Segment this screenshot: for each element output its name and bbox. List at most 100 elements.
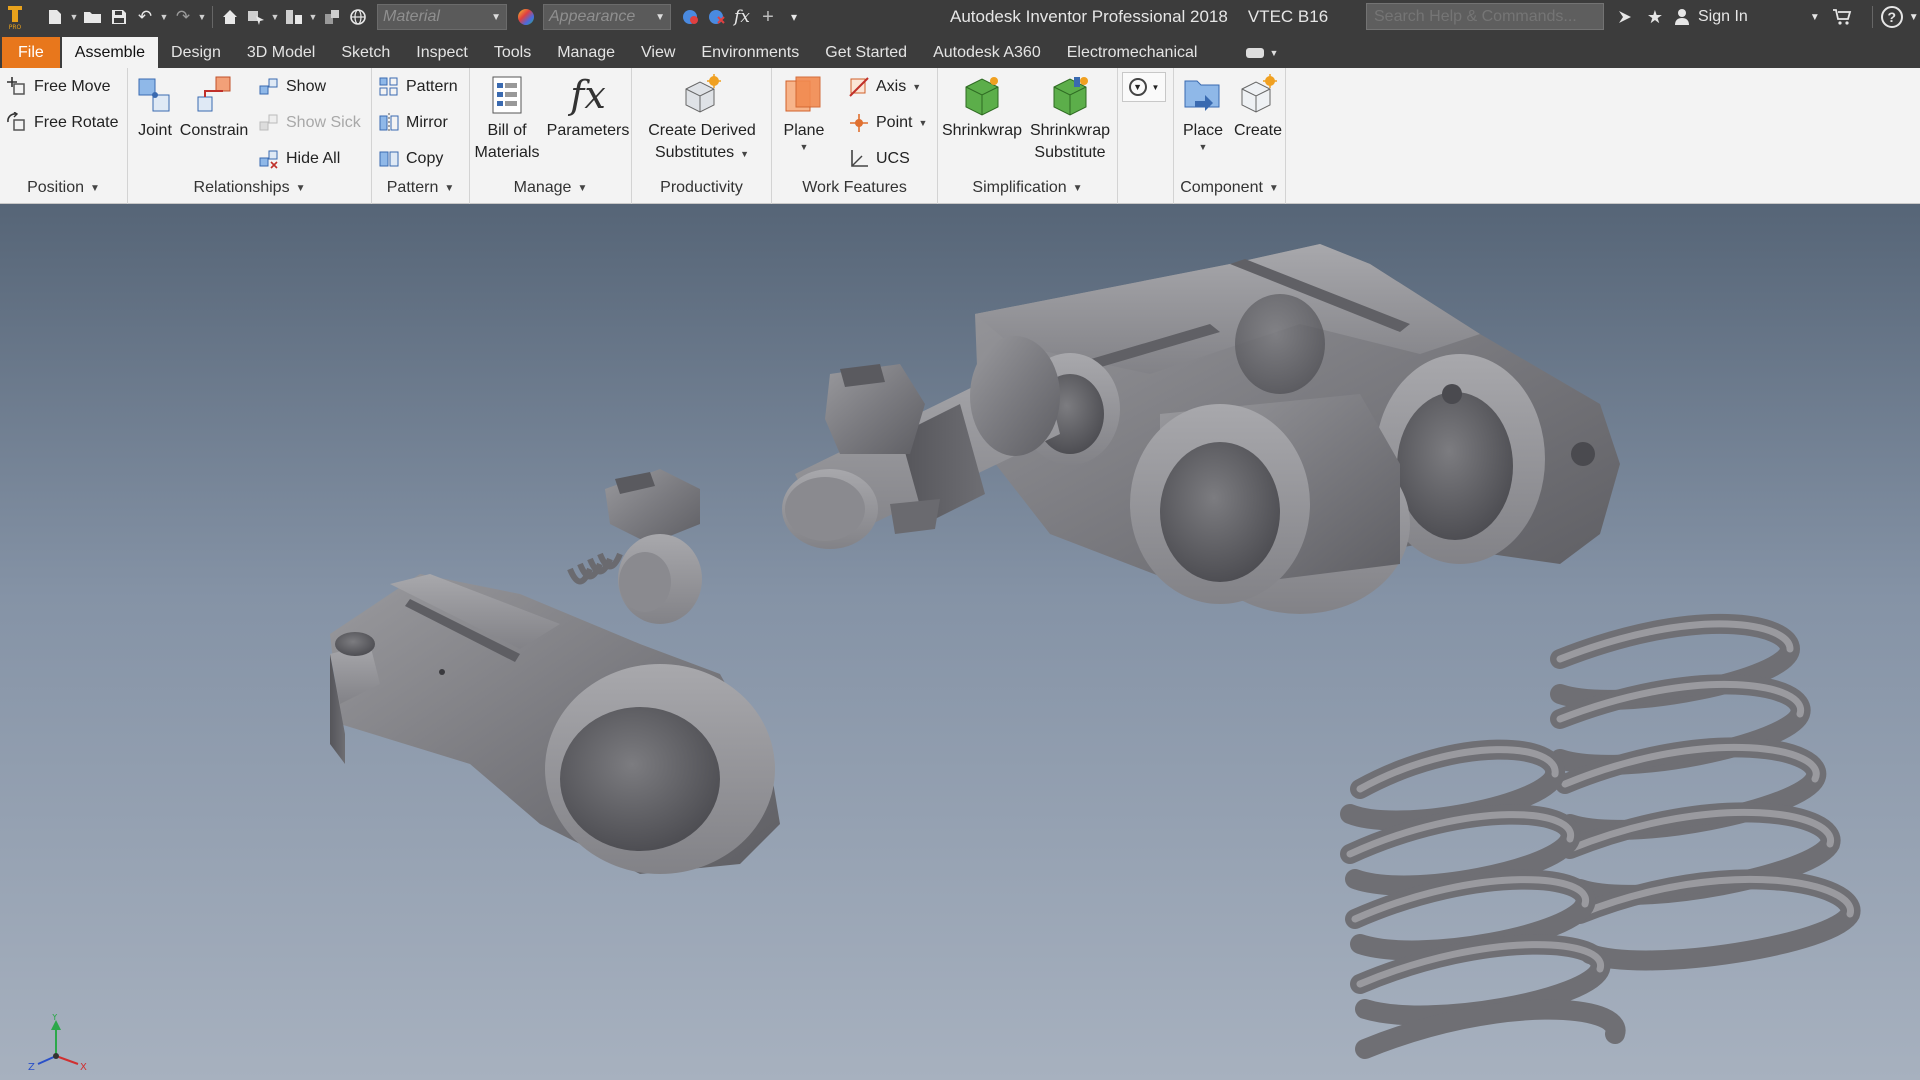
material-combo[interactable]: Material ▼ [377,4,507,30]
joint-label: Joint [138,122,172,139]
redo-dropdown-icon[interactable]: ▼ [196,4,208,30]
fx-icon[interactable]: fx [729,4,755,30]
appearance-combo[interactable]: Appearance ▼ [543,4,671,30]
assembly-scene[interactable] [0,204,1920,1080]
create-label: Create [1233,122,1283,139]
show-button[interactable]: Show [258,72,326,102]
redo-icon[interactable]: ↷ [170,4,196,30]
select-dropdown-icon[interactable]: ▼ [269,4,281,30]
free-rotate-button[interactable]: Free Rotate [6,108,118,138]
tab-electromechanical[interactable]: Electromechanical [1054,37,1211,68]
tab-environments[interactable]: Environments [688,37,812,68]
help-icon[interactable]: ? [1880,6,1903,28]
panel-label-pattern[interactable]: Pattern ▼ [372,172,469,204]
tab-inspect[interactable]: Inspect [403,37,481,68]
tab-sketch[interactable]: Sketch [328,37,403,68]
derived-substitute-icon [680,72,724,118]
inventor-app-icon[interactable]: PRO [0,4,30,30]
select-priority-icon[interactable] [243,4,269,30]
ucs-button[interactable]: UCS [848,144,910,174]
valve-spring-parts[interactable] [1340,613,1861,1059]
chevron-down-icon[interactable]: ▼ [912,82,921,92]
panel-label-relationships[interactable]: Relationships ▼ [128,172,371,204]
new-file-icon[interactable] [42,4,68,30]
user-icon[interactable] [1670,8,1694,26]
create-derived-substitutes-button[interactable]: Create Derived Substitutes ▼ [636,72,768,164]
new-dropdown-icon[interactable]: ▼ [68,4,80,30]
parameters-button[interactable]: fx Parameters [546,72,630,142]
star-icon[interactable]: ★ [1640,7,1670,28]
open-folder-icon[interactable] [80,4,106,30]
free-move-button[interactable]: Free Move [6,72,110,102]
graphics-viewport[interactable]: Y X Z [0,204,1920,1080]
tab-view[interactable]: View [628,37,688,68]
home-icon[interactable] [217,4,243,30]
copy-button[interactable]: Copy [378,144,443,174]
filter-dropdown-button[interactable]: ▼ ▼ [1122,72,1166,102]
chevron-down-icon: ▼ [295,182,306,194]
sign-in-link[interactable]: Sign In [1698,8,1748,26]
constrain-button[interactable]: Constrain [180,72,248,142]
cart-icon[interactable] [1820,8,1864,26]
joint-button[interactable]: Joint [130,72,180,142]
shrinkwrap-button[interactable]: Shrinkwrap [942,72,1022,142]
sign-in-dropdown-icon[interactable]: ▼ [1810,12,1820,23]
customize-dropdown-icon[interactable]: ▾ [781,4,807,30]
update-dropdown-icon[interactable]: ▼ [307,4,319,30]
tab-get-started[interactable]: Get Started [812,37,920,68]
axis-label: Axis [876,78,907,95]
rebuild-icon[interactable] [319,4,345,30]
plus-icon[interactable]: + [755,4,781,30]
mirror-button[interactable]: Mirror [378,108,448,138]
panel-label-position[interactable]: Position ▼ [0,172,127,204]
tab-3d-model[interactable]: 3D Model [234,37,328,68]
tab-autodesk-a360[interactable]: Autodesk A360 [920,37,1054,68]
clear-appearance-icon[interactable] [703,4,729,30]
chevron-down-icon: ▼ [90,182,100,194]
panel-label-simplification[interactable]: Simplification ▼ [938,172,1117,204]
adjuster-spring-part[interactable] [567,469,702,624]
tab-file[interactable]: File [2,37,60,68]
tab-manage[interactable]: Manage [544,37,628,68]
adjust-appearance-icon[interactable] [677,4,703,30]
title-bar: PRO ▼ ↶ ▼ ↷ ▼ ▼ ▼ Material ▼ Appearance … [0,0,1920,34]
constrain-icon [192,72,236,118]
tab-assemble[interactable]: Assemble [61,37,159,68]
panel-component: Place ▼ Create Component ▼ [1174,68,1286,204]
triad-x-axis [55,1055,79,1065]
panel-label-component[interactable]: Component ▼ [1174,172,1285,204]
appearance-sphere-icon[interactable] [513,4,539,30]
joint-icon [133,72,177,118]
chevron-down-icon[interactable]: ▼ [918,118,927,128]
save-icon[interactable] [106,4,132,30]
place-button[interactable]: Place ▼ [1178,72,1228,152]
chevron-down-icon: ▼ [491,11,501,23]
rocker-shaft-part[interactable] [782,336,1060,549]
panel-label-manage[interactable]: Manage ▼ [470,172,631,204]
point-button[interactable]: Point ▼ [848,108,927,138]
tab-design[interactable]: Design [158,37,234,68]
update-icon[interactable] [281,4,307,30]
create-button[interactable]: Create [1232,72,1284,142]
rocker-arm-assembly[interactable] [975,244,1620,614]
document-name: VTEC B16 [1247,7,1329,26]
help-dropdown-icon[interactable]: ▼ [1909,12,1919,23]
subscription-icon[interactable] [1610,8,1640,26]
plane-button[interactable]: Plane ▼ [774,72,834,152]
globe-icon[interactable] [345,4,371,30]
shrinkwrap-substitute-button[interactable]: Shrinkwrap Substitute [1026,72,1114,164]
search-help-input[interactable] [1366,3,1604,30]
chevron-down-icon[interactable]: ▼ [800,142,809,152]
undo-icon[interactable]: ↶ [132,4,158,30]
axis-button[interactable]: Axis ▼ [848,72,921,102]
undo-dropdown-icon[interactable]: ▼ [158,4,170,30]
view-triad[interactable]: Y X Z [18,1014,98,1074]
chevron-down-icon[interactable]: ▼ [1199,142,1208,152]
bill-of-materials-button[interactable]: Bill of Materials [474,72,540,164]
show-sick-button[interactable]: Show Sick [258,108,361,138]
pattern-button[interactable]: Pattern [378,72,458,102]
ribbon-display-toggle[interactable]: ▼ [1236,37,1288,68]
small-rocker-arm-part[interactable] [330,574,780,874]
hide-all-button[interactable]: Hide All [258,144,340,174]
tab-tools[interactable]: Tools [481,37,544,68]
